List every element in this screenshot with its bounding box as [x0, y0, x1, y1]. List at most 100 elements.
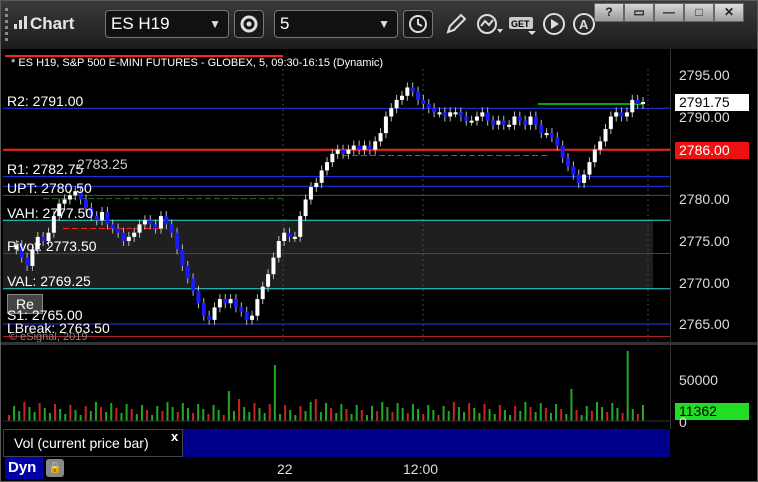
- volume-bar: [89, 411, 92, 421]
- volume-bar: [120, 413, 123, 421]
- dynamic-mode-button[interactable]: Dyn: [5, 457, 43, 479]
- candle-body: [549, 133, 554, 138]
- help-button[interactable]: ?: [594, 3, 624, 22]
- volume-axis[interactable]: 50000 11362 0: [670, 345, 757, 430]
- candle-body: [158, 216, 163, 229]
- volume-bar: [631, 409, 634, 421]
- candle-body: [480, 112, 485, 117]
- price-axis[interactable]: 2795.00 2791.75 2790.00 2786.00 2780.00 …: [670, 49, 757, 342]
- candle-body: [260, 286, 265, 300]
- candle-body: [523, 120, 528, 125]
- candle-body: [330, 153, 335, 163]
- price-tick: 2770.00: [679, 275, 730, 291]
- candle-body: [276, 241, 281, 258]
- candle-body: [132, 232, 137, 237]
- candle-body: [255, 299, 260, 316]
- price-chart[interactable]: * ES H19, S&P 500 E-MINI FUTURES - GLOBE…: [3, 49, 670, 343]
- candle-body: [325, 162, 329, 171]
- time-axis[interactable]: Dyn 🔒 22 12:00: [3, 457, 757, 481]
- play-icon[interactable]: [541, 11, 567, 44]
- volume-bar: [166, 402, 169, 421]
- candle-body: [383, 116, 388, 134]
- minimize-button[interactable]: —: [654, 3, 684, 22]
- volume-bar: [503, 410, 506, 421]
- candle-body: [201, 303, 206, 316]
- candle-body: [126, 236, 131, 241]
- candle-body: [603, 128, 608, 142]
- pencil-icon[interactable]: [443, 11, 469, 44]
- lock-icon[interactable]: 🔒: [46, 459, 64, 477]
- price-chart-canvas: [3, 55, 670, 342]
- volume-bar: [8, 415, 10, 421]
- candle-body: [196, 290, 201, 304]
- candle-body: [464, 116, 469, 121]
- volume-bar: [590, 411, 593, 421]
- candle-body: [244, 311, 249, 320]
- title-bar[interactable]: Chart ES H19 ▼ 5 ▼ GET A ? ▭ — □ ✕: [1, 1, 757, 49]
- close-study-icon[interactable]: x: [171, 429, 178, 444]
- red-level-tag: 2786.00: [675, 142, 749, 159]
- candle-body: [624, 112, 629, 117]
- volume-bar: [509, 415, 512, 421]
- volume-bar: [319, 412, 322, 421]
- candle-body: [555, 137, 560, 146]
- gear-icon: [240, 15, 258, 33]
- clock-button[interactable]: [403, 10, 433, 38]
- candle-body: [539, 124, 544, 134]
- volume-bar: [125, 404, 128, 421]
- candle-body: [630, 99, 635, 113]
- candle-body: [292, 236, 297, 239]
- volume-bar: [59, 409, 62, 421]
- svg-text:A: A: [579, 17, 589, 32]
- candle-body: [142, 220, 147, 225]
- volume-bar: [595, 402, 598, 421]
- candle-body: [116, 228, 121, 233]
- candle-body: [448, 112, 453, 117]
- volume-bar: [585, 406, 588, 421]
- candle-body: [341, 149, 346, 154]
- volume-bar: [304, 411, 307, 421]
- volume-bar: [473, 408, 476, 421]
- candle-body: [62, 199, 67, 204]
- volume-bar: [232, 411, 235, 421]
- volume-pane[interactable]: [3, 345, 670, 429]
- volume-bar: [325, 403, 327, 421]
- candle-body: [25, 257, 30, 266]
- volume-study-label[interactable]: Vol (current price bar): [3, 429, 183, 457]
- gear-button[interactable]: [234, 10, 264, 38]
- volume-bar: [151, 415, 154, 421]
- drag-grip-icon[interactable]: [3, 8, 11, 42]
- restore-button[interactable]: ▭: [624, 3, 654, 22]
- level-label-upt: UPT: 2780.50: [7, 180, 92, 196]
- interval-dropdown[interactable]: 5 ▼: [274, 10, 398, 38]
- volume-bar: [534, 412, 537, 421]
- symbol-value: ES H19: [111, 14, 170, 33]
- candle-body: [346, 149, 351, 154]
- volume-bar: [258, 408, 261, 421]
- candle-body: [507, 124, 512, 127]
- maximize-button[interactable]: □: [684, 3, 714, 22]
- candle-body: [362, 145, 367, 150]
- chart-studies-icon[interactable]: [475, 11, 505, 44]
- candle-body: [319, 170, 324, 183]
- volume-bar: [135, 414, 138, 421]
- get-icon[interactable]: GET: [508, 11, 538, 44]
- candle-body: [282, 232, 287, 241]
- close-button[interactable]: ✕: [714, 3, 744, 22]
- volume-bar: [498, 405, 501, 421]
- volume-bar: [396, 403, 399, 421]
- candle-body: [528, 116, 533, 125]
- volume-bar: [544, 408, 547, 421]
- volume-bar: [278, 414, 281, 421]
- volume-bar: [217, 410, 220, 421]
- volume-bar: [616, 408, 619, 421]
- candle-body: [533, 116, 538, 125]
- candle-body: [426, 104, 431, 109]
- candle-body: [544, 133, 549, 136]
- symbol-dropdown[interactable]: ES H19 ▼: [105, 10, 229, 38]
- candle-body: [153, 224, 158, 229]
- candle-body: [94, 216, 99, 221]
- price-tick: 2790.00: [679, 109, 730, 125]
- candle-body: [223, 299, 228, 304]
- candle-body: [357, 145, 362, 150]
